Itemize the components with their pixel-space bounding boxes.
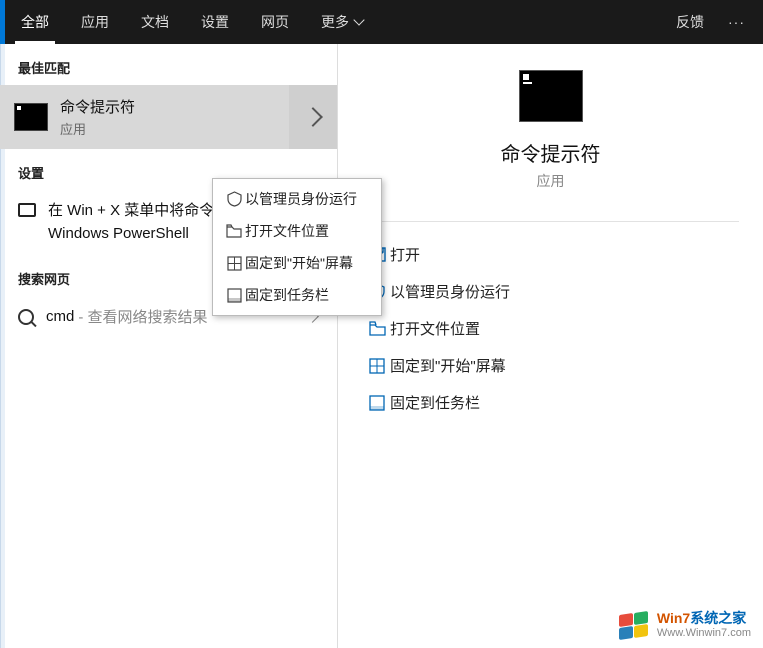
best-match-title: 命令提示符	[60, 96, 135, 117]
chevron-down-icon	[353, 14, 364, 25]
content-body: 最佳匹配 命令提示符 应用 设置 在 Win + X 菜单中将命令提示符替换为 …	[0, 44, 763, 648]
divider	[362, 221, 739, 222]
ctx-label: 固定到任务栏	[245, 285, 329, 305]
watermark: Win7系统之家 Www.Winwin7.com	[619, 610, 751, 640]
watermark-rest: 系统之家	[690, 610, 746, 626]
cmd-icon	[14, 103, 48, 131]
pin-taskbar-icon	[223, 289, 245, 302]
arrow-right-icon	[303, 107, 323, 127]
best-match-header: 最佳匹配	[0, 44, 337, 85]
ctx-label: 打开文件位置	[245, 221, 329, 241]
action-list: 打开 以管理员身份运行 打开文件位置	[362, 236, 739, 421]
search-window: 全部 应用 文档 设置 网页 更多 反馈 ··· 最佳匹配 命令提示符 应用	[0, 0, 763, 648]
tab-more-label: 更多	[321, 12, 349, 32]
ctx-label: 以管理员身份运行	[245, 189, 357, 209]
filter-tabs: 全部 应用 文档 设置 网页 更多	[5, 0, 379, 44]
best-match-item[interactable]: 命令提示符 应用	[0, 85, 337, 149]
results-pane: 最佳匹配 命令提示符 应用 设置 在 Win + X 菜单中将命令提示符替换为 …	[0, 44, 338, 648]
pin-start-icon	[223, 257, 245, 270]
action-label: 打开文件位置	[390, 318, 480, 339]
app-large-icon	[519, 70, 583, 122]
web-hint: - 查看网络搜索结果	[78, 306, 207, 327]
tab-settings[interactable]: 设置	[185, 0, 245, 44]
tab-more[interactable]: 更多	[305, 0, 379, 44]
ctx-open-file-location[interactable]: 打开文件位置	[213, 215, 381, 247]
expand-button[interactable]	[289, 85, 337, 149]
feedback-button[interactable]: 反馈	[664, 12, 716, 32]
folder-icon	[364, 322, 390, 335]
best-match-text: 命令提示符 应用	[60, 96, 135, 138]
overflow-button[interactable]: ···	[716, 14, 757, 30]
tab-web[interactable]: 网页	[245, 0, 305, 44]
monitor-icon	[18, 203, 36, 217]
app-title: 命令提示符	[501, 138, 601, 167]
watermark-text: Win7系统之家 Www.Winwin7.com	[657, 611, 751, 638]
tab-documents[interactable]: 文档	[125, 0, 185, 44]
action-pin-to-taskbar[interactable]: 固定到任务栏	[362, 384, 739, 421]
action-pin-to-start[interactable]: 固定到"开始"屏幕	[362, 347, 739, 384]
app-type: 应用	[537, 171, 565, 191]
preview-pane: 命令提示符 应用 打开 以管理员身份运行	[338, 44, 763, 648]
watermark-logo	[619, 610, 653, 640]
best-match-subtitle: 应用	[60, 119, 135, 138]
action-label: 打开	[390, 244, 420, 265]
ctx-run-as-admin[interactable]: 以管理员身份运行	[213, 183, 381, 215]
action-open[interactable]: 打开	[362, 236, 739, 273]
top-bar: 全部 应用 文档 设置 网页 更多 反馈 ···	[0, 0, 763, 44]
search-icon	[18, 309, 34, 325]
folder-icon	[223, 225, 245, 237]
action-label: 固定到"开始"屏幕	[390, 355, 506, 376]
ctx-label: 固定到"开始"屏幕	[245, 253, 353, 273]
pin-start-icon	[364, 359, 390, 373]
action-label: 以管理员身份运行	[390, 281, 510, 302]
tab-apps[interactable]: 应用	[65, 0, 125, 44]
watermark-url: Www.Winwin7.com	[657, 627, 751, 639]
web-query: cmd	[46, 308, 74, 325]
tab-all[interactable]: 全部	[5, 0, 65, 44]
watermark-brand: Win7	[657, 610, 690, 626]
context-menu: 以管理员身份运行 打开文件位置 固定到"开始"屏幕	[212, 178, 382, 316]
action-open-file-location[interactable]: 打开文件位置	[362, 310, 739, 347]
ctx-pin-to-taskbar[interactable]: 固定到任务栏	[213, 279, 381, 311]
shield-icon	[223, 192, 245, 206]
pin-taskbar-icon	[364, 396, 390, 410]
ctx-pin-to-start[interactable]: 固定到"开始"屏幕	[213, 247, 381, 279]
action-run-as-admin[interactable]: 以管理员身份运行	[362, 273, 739, 310]
action-label: 固定到任务栏	[390, 392, 480, 413]
